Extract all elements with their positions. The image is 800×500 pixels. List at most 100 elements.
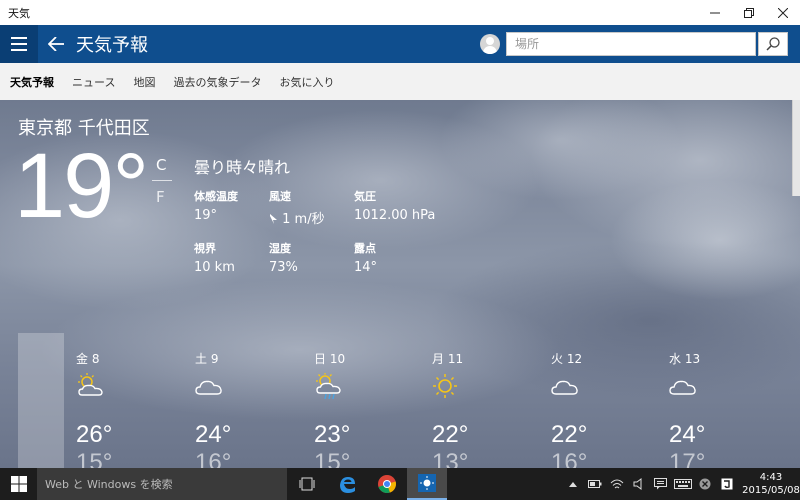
celsius-toggle[interactable]: C	[156, 156, 166, 174]
cloudy-icon	[669, 373, 769, 399]
forecast-low: 17°	[669, 449, 706, 468]
taskbar-search[interactable]: Web と Windows を検索	[37, 468, 287, 500]
forecast-day[interactable]: 月 11 22° 13°	[432, 350, 532, 468]
minimize-icon	[710, 12, 720, 13]
weather-taskbar-button[interactable]	[407, 468, 447, 500]
minimize-button[interactable]	[698, 0, 732, 25]
forecast-day-name: 土 9	[195, 352, 219, 366]
taskbar-clock[interactable]: 4:43 2015/05/08	[742, 471, 800, 497]
detail-label: 露点	[354, 242, 376, 255]
volume-icon[interactable]	[628, 468, 650, 500]
forecast-day-name: 水 13	[669, 352, 701, 366]
edge-taskbar-button[interactable]	[327, 468, 367, 500]
task-view-icon	[299, 477, 315, 491]
forecast-high: 22°	[432, 421, 469, 448]
today-highlight	[18, 333, 64, 468]
condition-text: 曇り時々晴れ	[194, 158, 291, 177]
start-button[interactable]	[0, 468, 37, 500]
wifi-icon[interactable]	[606, 468, 628, 500]
forecast-day[interactable]: 土 9 24° 16°	[195, 350, 295, 468]
detail-value: 10 km	[194, 260, 235, 275]
detail-value: 1 m/秒	[269, 208, 325, 227]
tab-historical[interactable]: 過去の気象データ	[173, 74, 261, 90]
battery-icon[interactable]	[584, 468, 606, 500]
forecast-high: 24°	[669, 421, 706, 448]
forecast-day[interactable]: 水 13 24° 17°	[669, 350, 769, 468]
forecast-day[interactable]: 日 10 23° 15°	[314, 350, 414, 468]
search-button[interactable]	[758, 32, 788, 56]
tab-maps[interactable]: 地図	[133, 74, 155, 90]
detail-label: 気圧	[354, 190, 376, 203]
windows-logo-icon	[10, 476, 27, 492]
avatar[interactable]	[480, 34, 500, 54]
clock-time: 4:43	[759, 472, 783, 483]
wind-value: 1 m/秒	[282, 212, 325, 227]
forecast-high: 24°	[195, 421, 232, 448]
show-hidden-icons-button[interactable]	[562, 468, 584, 500]
maximize-button[interactable]	[732, 0, 766, 25]
app-header: 天気予報	[0, 25, 800, 63]
tab-favorites[interactable]: お気に入り	[279, 74, 334, 90]
cloudy-icon	[551, 373, 651, 399]
cloudy-icon	[195, 373, 295, 399]
detail-value: 19°	[194, 208, 218, 223]
forecast-low: 16°	[195, 449, 232, 468]
clock-date: 2015/05/08	[742, 485, 800, 496]
hamburger-menu-button[interactable]	[0, 25, 38, 63]
detail-label: 視界	[194, 242, 216, 255]
tab-bar: 天気予報 ニュース 地図 過去の気象データ お気に入り	[0, 63, 800, 100]
tab-news[interactable]: ニュース	[72, 74, 115, 90]
chrome-taskbar-button[interactable]	[367, 468, 407, 500]
forecast-day-name: 月 11	[432, 352, 464, 366]
detail-feels-like: 体感温度 19°	[194, 188, 238, 223]
close-circle-icon[interactable]	[694, 468, 716, 500]
page-title: 天気予報	[76, 35, 148, 56]
detail-label: 湿度	[269, 242, 291, 255]
wind-direction-icon	[270, 214, 277, 224]
forecast-day-name: 金 8	[76, 352, 100, 366]
task-view-button[interactable]	[287, 468, 327, 500]
detail-humidity: 湿度 73%	[269, 240, 298, 275]
forecast-high: 26°	[76, 421, 113, 448]
weather-app-icon	[418, 474, 436, 492]
forecast-day[interactable]: 金 8 26° 15°	[76, 350, 176, 468]
taskbar: Web と Windows を検索 4:43 2015/05/08	[0, 468, 800, 500]
forecast-day-name: 火 12	[551, 352, 583, 366]
close-icon	[778, 7, 788, 18]
window-title: 天気	[8, 6, 30, 20]
tab-forecast[interactable]: 天気予報	[10, 74, 54, 90]
detail-dew-point: 露点 14°	[354, 240, 377, 275]
detail-value: 1012.00 hPa	[354, 208, 436, 223]
forecast-day-name: 日 10	[314, 352, 346, 366]
detail-label: 体感温度	[194, 190, 238, 203]
fahrenheit-toggle[interactable]: F	[156, 188, 165, 206]
keyboard-icon[interactable]	[672, 468, 694, 500]
forecast-high: 22°	[551, 421, 588, 448]
forecast-low: 15°	[314, 449, 351, 468]
forecast-day[interactable]: 火 12 22° 16°	[551, 350, 651, 468]
scrollbar[interactable]	[792, 100, 800, 196]
sun-rain-icon	[314, 373, 414, 400]
detail-wind: 風速 1 m/秒	[269, 188, 325, 227]
forecast-high: 23°	[314, 421, 351, 448]
back-arrow-icon	[48, 37, 64, 51]
forecast-low: 16°	[551, 449, 588, 468]
forecast-low: 15°	[76, 449, 113, 468]
close-button[interactable]	[766, 0, 800, 25]
unit-divider	[152, 180, 172, 181]
chevron-up-icon	[569, 482, 577, 487]
partly-sunny-icon	[76, 373, 176, 399]
detail-visibility: 視界 10 km	[194, 240, 235, 275]
action-center-icon[interactable]	[650, 468, 672, 500]
restore-icon	[744, 7, 754, 18]
back-button[interactable]	[38, 25, 74, 63]
detail-value: 14°	[354, 260, 378, 275]
ime-icon[interactable]	[716, 468, 738, 500]
search-input[interactable]	[507, 33, 727, 55]
detail-value: 73%	[269, 260, 298, 275]
system-tray: 4:43 2015/05/08	[562, 468, 800, 500]
forecast-low: 13°	[432, 449, 469, 468]
sunny-icon	[432, 373, 532, 399]
detail-pressure: 気圧 1012.00 hPa	[354, 188, 435, 223]
current-temperature: 19°	[14, 135, 149, 237]
